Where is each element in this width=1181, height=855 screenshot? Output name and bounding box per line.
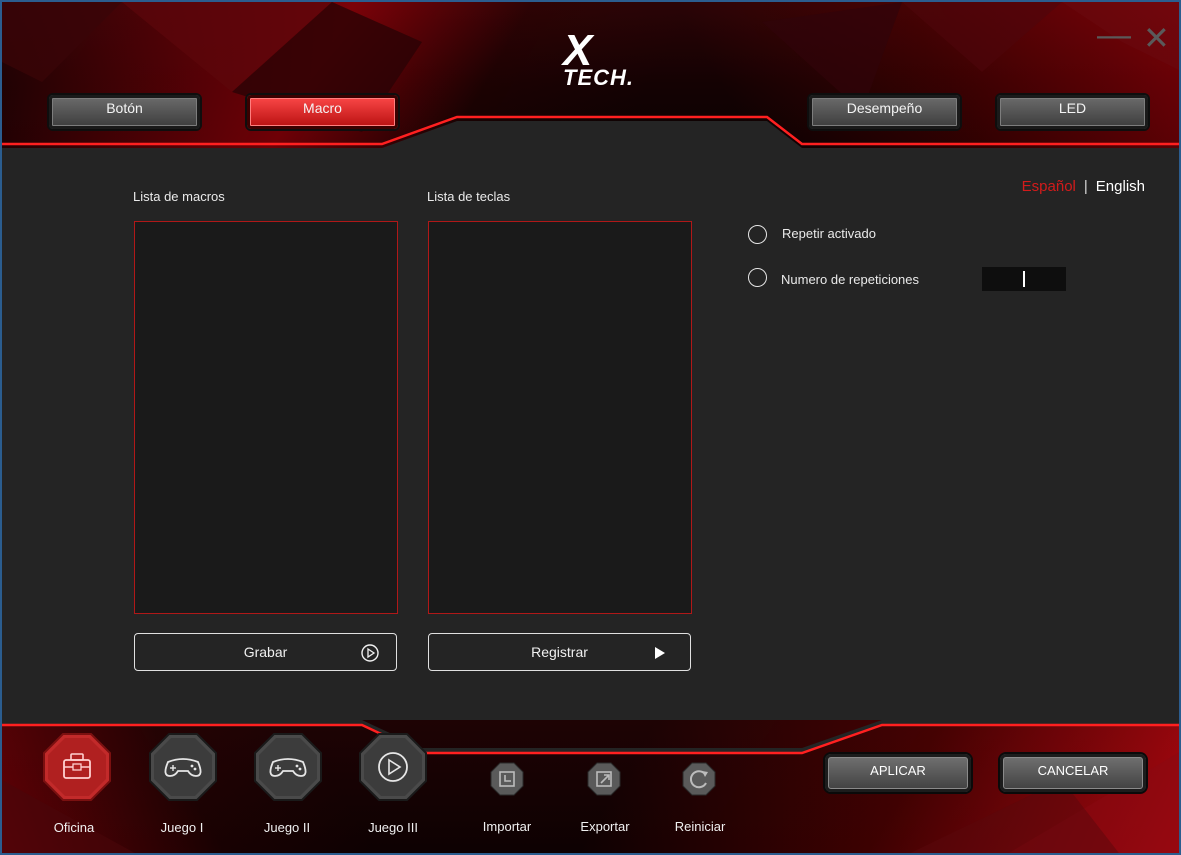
language-switch: Español | English — [1022, 178, 1145, 195]
cancel-button-label: CANCELAR — [1037, 762, 1109, 778]
play-icon — [359, 733, 427, 801]
gamepad-icon — [149, 733, 217, 801]
language-english[interactable]: English — [1096, 178, 1145, 195]
tab-macro-label: Macro — [303, 100, 342, 116]
play-circle-icon — [361, 644, 379, 662]
repeat-count-radio[interactable] — [748, 268, 767, 287]
app-window: X TECH. — ✕ Botón Macro Desempeño LED Es… — [0, 0, 1181, 855]
repeat-radio[interactable] — [748, 225, 767, 244]
minimize-icon[interactable]: — — [1097, 18, 1131, 52]
tab-boton-label: Botón — [106, 100, 143, 116]
import-button[interactable] — [490, 762, 524, 796]
toolbox-icon — [43, 733, 111, 801]
register-button[interactable]: Registrar — [428, 633, 691, 671]
mode-juego-i-label: Juego I — [160, 820, 204, 835]
export-icon — [587, 762, 621, 796]
export-button[interactable] — [587, 762, 621, 796]
register-button-label: Registrar — [531, 644, 588, 660]
tab-boton[interactable]: Botón — [47, 93, 202, 131]
record-button[interactable]: Grabar — [134, 633, 397, 671]
mode-juego-ii[interactable] — [253, 732, 323, 802]
apply-button-label: APLICAR — [870, 762, 926, 778]
record-button-label: Grabar — [243, 644, 288, 660]
gamepad-icon — [254, 733, 322, 801]
macro-list[interactable] — [134, 221, 398, 614]
import-label: Importar — [482, 819, 532, 834]
key-list-label: Lista de teclas — [427, 189, 511, 204]
mode-juego-iii[interactable] — [358, 732, 428, 802]
reset-label: Reiniciar — [674, 819, 726, 834]
reset-icon — [682, 762, 716, 796]
export-label: Exportar — [580, 819, 630, 834]
mode-oficina[interactable] — [42, 732, 112, 802]
tab-led[interactable]: LED — [995, 93, 1150, 131]
repeat-count-label: Numero de repeticiones — [781, 272, 920, 287]
mode-oficina-label: Oficina — [53, 820, 95, 835]
xtech-logo: X TECH. — [555, 26, 665, 90]
text-caret — [1023, 271, 1025, 287]
mode-juego-iii-label: Juego III — [368, 820, 418, 835]
cancel-button[interactable]: CANCELAR — [998, 752, 1148, 794]
reset-button[interactable] — [682, 762, 716, 796]
tab-macro[interactable]: Macro — [245, 93, 400, 131]
header-bar: X TECH. — ✕ Botón Macro Desempeño LED — [2, 2, 1179, 152]
close-icon[interactable]: ✕ — [1143, 22, 1170, 54]
repeat-label: Repetir activado — [782, 226, 876, 241]
apply-button[interactable]: APLICAR — [823, 752, 973, 794]
logo-tech: TECH. — [563, 65, 634, 90]
mode-juego-i[interactable] — [148, 732, 218, 802]
language-spanish[interactable]: Español — [1022, 178, 1076, 195]
mode-juego-ii-label: Juego II — [263, 820, 311, 835]
key-list[interactable] — [428, 221, 692, 614]
import-icon — [490, 762, 524, 796]
macro-list-label: Lista de macros — [133, 189, 225, 204]
play-icon — [655, 647, 665, 659]
tab-desempeno[interactable]: Desempeño — [807, 93, 962, 131]
tab-led-label: LED — [1058, 100, 1087, 116]
language-separator: | — [1083, 178, 1088, 195]
tab-desempeno-label: Desempeño — [846, 100, 923, 116]
